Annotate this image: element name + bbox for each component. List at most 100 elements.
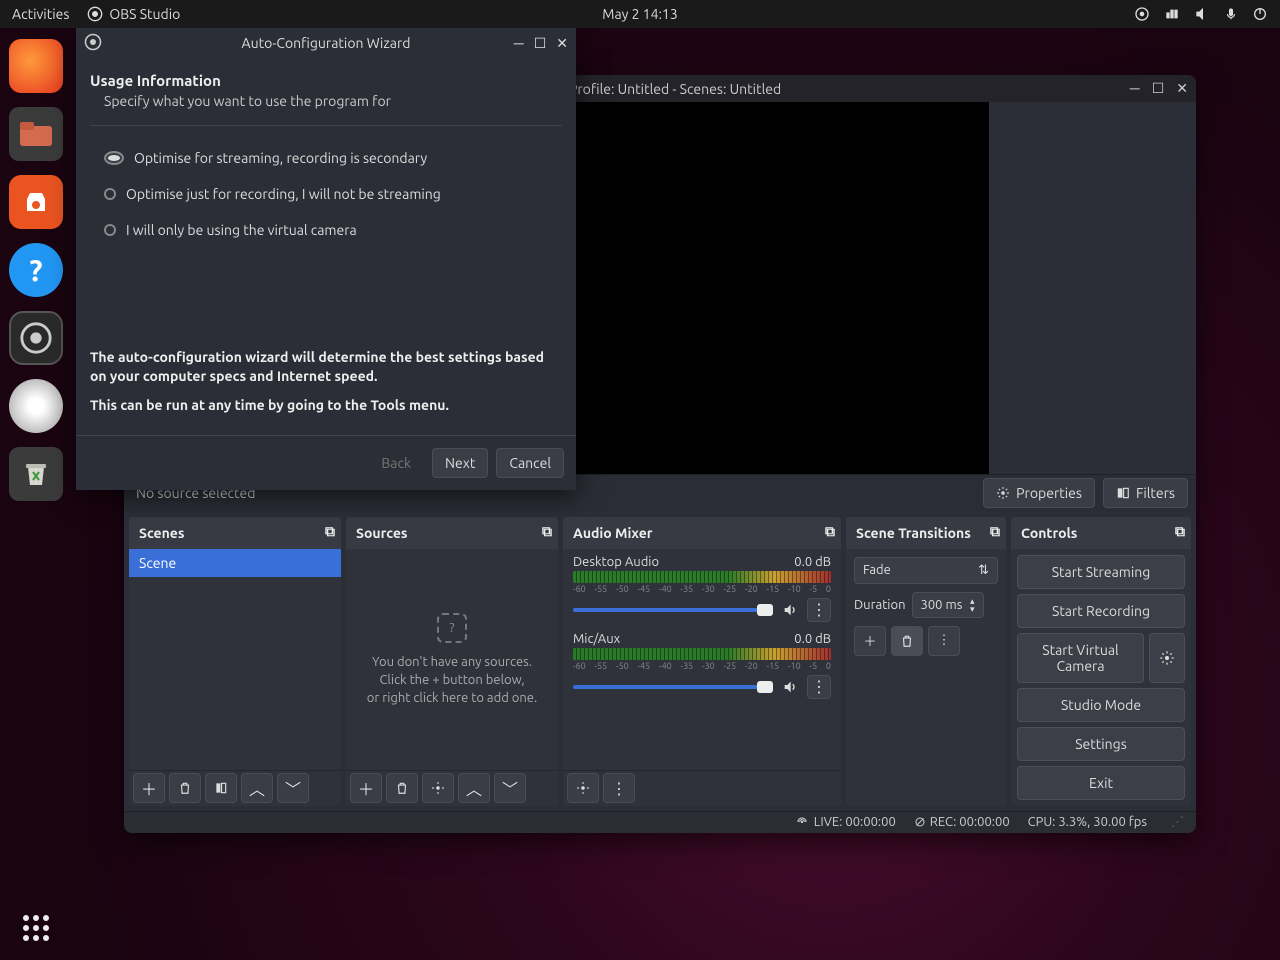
transition-menu-button[interactable]: ⋮	[928, 626, 960, 656]
radio-dot-icon	[104, 188, 116, 200]
radio-streaming[interactable]: Optimise for streaming, recording is sec…	[104, 150, 562, 166]
wizard-title: Auto-Configuration Wizard	[242, 35, 411, 51]
clock[interactable]: May 2 14:13	[602, 6, 677, 22]
level-meter	[573, 648, 831, 660]
mic-icon[interactable]	[1224, 6, 1238, 22]
maximize-icon[interactable]: ☐	[1152, 80, 1165, 97]
minimize-icon[interactable]: ─	[1130, 80, 1140, 97]
remove-source-button[interactable]	[386, 773, 418, 803]
next-button[interactable]: Next	[432, 448, 488, 478]
popout-icon[interactable]: ⧉	[825, 523, 835, 540]
dock: ?	[0, 28, 72, 960]
start-streaming-button[interactable]: Start Streaming	[1017, 555, 1185, 589]
ctrl-header: Controls	[1021, 525, 1077, 541]
status-rec: REC: 00:00:00	[930, 815, 1010, 829]
meter-ticks: -60-55-50-45-40-35-30-25-20-15-10-50	[573, 661, 831, 671]
network-icon[interactable]	[1164, 6, 1180, 22]
scene-item[interactable]: Scene	[129, 549, 341, 577]
panels-row: Scenes ⧉ Scene ＋ ︿ ﹀ Sources ⧉ ? You don't…	[124, 512, 1196, 811]
dock-trash[interactable]	[9, 447, 63, 501]
remove-scene-button[interactable]	[169, 773, 201, 803]
duration-spinner[interactable]: 300 ms▴▾	[912, 592, 984, 618]
dock-files[interactable]	[9, 107, 63, 161]
power-icon[interactable]	[1252, 6, 1268, 22]
dock-obs[interactable]	[9, 311, 63, 365]
broadcast-icon	[794, 815, 810, 829]
dock-apps-grid[interactable]	[9, 901, 63, 955]
scene-down-button[interactable]: ﹀	[277, 773, 309, 803]
radio-vcam[interactable]: I will only be using the virtual camera	[104, 222, 562, 238]
speaker-icon[interactable]	[779, 676, 801, 698]
radio-recording[interactable]: Optimise just for recording, I will not …	[104, 186, 562, 202]
level-meter	[573, 571, 831, 583]
chevron-updown-icon: ⇅	[978, 563, 989, 578]
exit-button[interactable]: Exit	[1017, 766, 1185, 800]
popout-icon[interactable]: ⧉	[542, 523, 552, 540]
dock-firefox[interactable]	[9, 39, 63, 93]
start-recording-button[interactable]: Start Recording	[1017, 594, 1185, 628]
volume-slider[interactable]	[573, 685, 773, 689]
mixer-channel-desktop: Desktop Audio0.0 dB -60-55-50-45-40-35-3…	[563, 549, 841, 626]
question-icon: ?	[437, 613, 467, 643]
gnome-top-bar: Activities OBS Studio May 2 14:13	[0, 0, 1280, 28]
mixer-channel-mic: Mic/Aux0.0 dB -60-55-50-45-40-35-30-25-2…	[563, 626, 841, 703]
activities-button[interactable]: Activities	[12, 6, 69, 22]
maximize-icon[interactable]: ☐	[534, 35, 547, 52]
scene-up-button[interactable]: ︿	[241, 773, 273, 803]
trans-header: Scene Transitions	[856, 525, 971, 541]
radio-dot-icon	[104, 151, 124, 165]
back-button: Back	[368, 448, 424, 478]
speaker-icon[interactable]	[779, 599, 801, 621]
dock-software[interactable]	[9, 175, 63, 229]
filters-icon	[1116, 486, 1130, 500]
gear-icon	[996, 486, 1010, 500]
add-source-button[interactable]: ＋	[350, 773, 382, 803]
cancel-button[interactable]: Cancel	[496, 448, 564, 478]
popout-icon[interactable]: ⧉	[325, 523, 335, 540]
dock-help[interactable]: ?	[9, 243, 63, 297]
resize-grip-icon[interactable]: ⋰	[1171, 815, 1184, 830]
wizard-heading: Usage Information	[90, 72, 562, 89]
popout-icon[interactable]: ⧉	[1175, 523, 1185, 540]
mixer-header: Audio Mixer	[573, 525, 653, 541]
close-icon[interactable]: ✕	[1176, 80, 1188, 97]
volume-icon[interactable]	[1194, 6, 1210, 22]
start-vcam-button[interactable]: Start Virtual Camera	[1017, 633, 1144, 683]
filters-button[interactable]: Filters	[1103, 478, 1188, 508]
channel-menu-button[interactable]: ⋮	[807, 598, 831, 622]
source-properties-button[interactable]	[422, 773, 454, 803]
dock-disc[interactable]	[9, 379, 63, 433]
obs-tray-icon[interactable]	[1134, 6, 1150, 22]
remove-transition-button[interactable]	[891, 626, 923, 656]
mixer-menu-button[interactable]: ⋮	[603, 773, 635, 803]
scenes-header: Scenes	[139, 525, 184, 541]
status-cpu: CPU: 3.3%, 30.00 fps	[1028, 815, 1147, 829]
spinner-arrows-icon: ▴▾	[970, 597, 975, 613]
wizard-note-1: The auto-configuration wizard will deter…	[90, 348, 562, 387]
duration-label: Duration	[854, 598, 906, 612]
status-bar: LIVE: 00:00:00 REC: 00:00:00 CPU: 3.3%, …	[124, 811, 1196, 833]
source-up-button[interactable]: ︿	[458, 773, 490, 803]
close-icon[interactable]: ✕	[556, 35, 568, 52]
sources-header: Sources	[356, 525, 408, 541]
app-menu[interactable]: OBS Studio	[87, 6, 180, 22]
sources-panel: Sources ⧉ ? You don't have any sources. C…	[346, 517, 558, 806]
popout-icon[interactable]: ⧉	[990, 523, 1000, 540]
auto-config-wizard: Auto-Configuration Wizard ─ ☐ ✕ Usage In…	[76, 28, 576, 490]
meter-ticks: -60-55-50-45-40-35-30-25-20-15-10-50	[573, 584, 831, 594]
sources-empty[interactable]: ? You don't have any sources. Click the …	[346, 549, 558, 770]
add-transition-button[interactable]: ＋	[854, 626, 886, 656]
add-scene-button[interactable]: ＋	[133, 773, 165, 803]
transition-select[interactable]: Fade⇅	[854, 557, 998, 584]
minimize-icon[interactable]: ─	[514, 35, 524, 52]
mixer-settings-button[interactable]	[567, 773, 599, 803]
source-down-button[interactable]: ﹀	[494, 773, 526, 803]
scenes-panel: Scenes ⧉ Scene ＋ ︿ ﹀	[129, 517, 341, 806]
vcam-settings-button[interactable]	[1149, 633, 1185, 683]
channel-menu-button[interactable]: ⋮	[807, 675, 831, 699]
settings-button[interactable]: Settings	[1017, 727, 1185, 761]
properties-button[interactable]: Properties	[983, 478, 1095, 508]
studio-mode-button[interactable]: Studio Mode	[1017, 688, 1185, 722]
volume-slider[interactable]	[573, 608, 773, 612]
scene-filter-button[interactable]	[205, 773, 237, 803]
